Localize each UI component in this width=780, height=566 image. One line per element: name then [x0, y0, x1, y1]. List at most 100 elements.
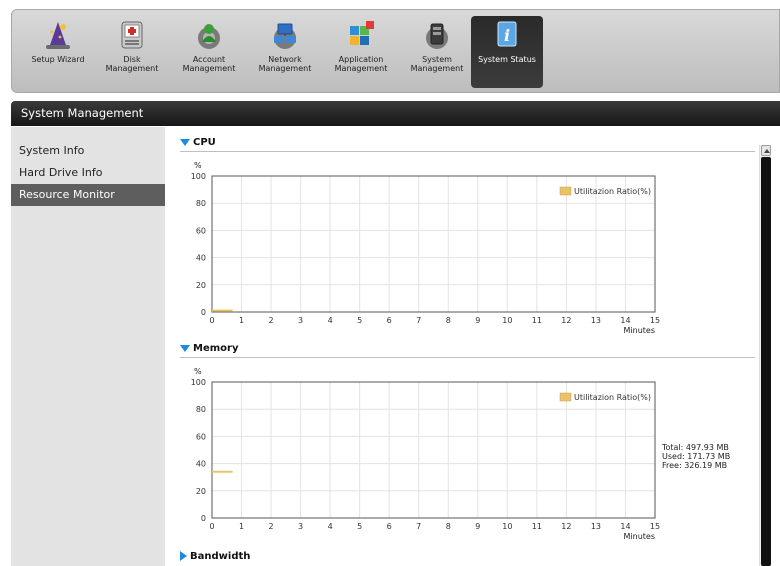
x-tick-label: 7 [416, 316, 421, 325]
x-tick-label: 1 [239, 522, 244, 531]
bandwidth-title: Bandwidth [190, 551, 251, 562]
x-tick-label: 0 [209, 522, 214, 531]
sidebar: System Info Hard Drive Info Resource Mon… [11, 127, 165, 566]
main-toolbar: Setup Wizard Disk Management Account Man… [11, 9, 780, 93]
x-tick-label: 9 [475, 316, 480, 325]
x-tick-label: 1 [239, 316, 244, 325]
y-tick-label: 80 [196, 199, 206, 208]
memory-section-header[interactable]: Memory [180, 342, 755, 358]
x-tick-label: 11 [532, 522, 542, 531]
x-tick-label: 3 [298, 316, 303, 325]
scrollbar[interactable] [759, 145, 771, 566]
system-icon [420, 18, 454, 52]
x-tick-label: 2 [269, 316, 274, 325]
legend-label: Utilitazion Ratio(%) [574, 393, 651, 402]
collapse-icon[interactable] [180, 138, 190, 146]
application-icon [344, 18, 378, 52]
x-tick-label: 15 [650, 316, 660, 325]
toolbar-label: Network Management [258, 55, 312, 73]
plot-frame [211, 175, 656, 313]
toolbar-setup-wizard[interactable]: Setup Wizard [22, 16, 94, 88]
y-tick-label: 60 [196, 432, 206, 441]
main-content: CPU % 0 20 40 60 80 100 0 1 2 3 4 5 6 7 8 9 10 11 12 13 14 15 M… [165, 127, 780, 566]
x-tick-label: 6 [387, 522, 392, 531]
bandwidth-section-header[interactable]: Bandwidth [180, 550, 755, 566]
toolbar-label: Application Management [334, 55, 388, 73]
x-unit-label: Minutes [624, 532, 656, 541]
toolbar-network-management[interactable]: Network Management [249, 16, 321, 88]
toolbar-disk-management[interactable]: Disk Management [96, 16, 168, 88]
sidebar-item-resource-monitor[interactable]: Resource Monitor [11, 184, 165, 206]
y-tick-label: 0 [201, 308, 206, 317]
top-bar: Setup Wizard Disk Management Account Man… [0, 0, 780, 102]
memory-free: Free: 326.19 MB [662, 461, 728, 470]
x-tick-label: 5 [357, 522, 362, 531]
toolbar-application-management[interactable]: Application Management [325, 16, 397, 88]
x-tick-label: 13 [591, 316, 601, 325]
cpu-title: CPU [193, 137, 216, 148]
x-tick-label: 14 [620, 522, 630, 531]
toolbar-system-management[interactable]: System Management [401, 16, 473, 88]
svg-text:i: i [504, 26, 510, 45]
x-tick-label: 12 [561, 522, 571, 531]
legend-label: Utilitazion Ratio(%) [574, 187, 651, 196]
legend-swatch [559, 186, 572, 196]
section-header: System Management [11, 101, 780, 126]
x-tick-label: 10 [502, 522, 512, 531]
y-tick-label: 20 [196, 487, 206, 496]
x-tick-label: 8 [446, 316, 451, 325]
x-tick-label: 4 [328, 316, 333, 325]
chart-svg: %0204060801000 1 2 3 4 5 6 7 8 9 10 11 12 13 14 15Minut… [191, 367, 660, 541]
memory-stats: Total: 497.93 MB Used: 171.73 MB Free: 3… [662, 443, 730, 470]
y-tick-label: 80 [196, 405, 206, 414]
x-tick-label: 12 [561, 316, 571, 325]
info-icon: i [490, 18, 524, 52]
scroll-thumb[interactable] [761, 157, 771, 566]
memory-used: Used: 171.73 MB [662, 452, 731, 461]
toolbar-label: Setup Wizard [31, 55, 85, 64]
y-tick-label: 40 [196, 254, 206, 263]
memory-chart: % 0 20 40 60 80 100 0 1 2 3 4 5 6 7 8 9 10 11 12 13 14 15 Minut… [165, 365, 665, 550]
x-tick-label: 3 [298, 522, 303, 531]
memory-title: Memory [193, 343, 239, 354]
collapse-icon[interactable] [180, 344, 190, 352]
x-tick-label: 15 [650, 522, 660, 531]
x-tick-label: 8 [446, 522, 451, 531]
disk-icon [115, 18, 149, 52]
x-tick-label: 7 [416, 522, 421, 531]
y-unit-label: % [194, 161, 202, 170]
wizard-icon [41, 18, 75, 52]
x-tick-label: 11 [532, 316, 542, 325]
x-unit-label: Minutes [624, 326, 656, 335]
cpu-section-header[interactable]: CPU [180, 136, 755, 152]
toolbar-label: Account Management [182, 55, 236, 73]
sidebar-item-hard-drive-info[interactable]: Hard Drive Info [11, 162, 165, 184]
toolbar-account-management[interactable]: Account Management [173, 16, 245, 88]
x-tick-label: 5 [357, 316, 362, 325]
legend-swatch [559, 392, 572, 402]
toolbar-system-status[interactable]: i System Status [471, 16, 543, 88]
x-tick-label: 13 [591, 522, 601, 531]
x-tick-label: 9 [475, 522, 480, 531]
y-tick-label: 20 [196, 281, 206, 290]
expand-icon[interactable] [180, 551, 187, 561]
y-unit-label: % [194, 367, 202, 376]
account-icon [192, 18, 226, 52]
y-tick-label: 0 [201, 514, 206, 523]
x-tick-label: 10 [502, 316, 512, 325]
plot-frame [211, 381, 656, 519]
y-tick-label: 40 [196, 460, 206, 469]
x-tick-label: 6 [387, 316, 392, 325]
memory-total: Total: 497.93 MB [662, 443, 729, 452]
y-tick-label: 60 [196, 226, 206, 235]
cpu-chart: % 0 20 40 60 80 100 0 1 2 3 4 5 6 7 8 9 10 11 12 13 14 15 Minut… [165, 159, 665, 344]
x-tick-label: 4 [328, 522, 333, 531]
y-tick-label: 100 [191, 378, 206, 387]
x-tick-label: 14 [620, 316, 630, 325]
toolbar-label: System Status [478, 55, 536, 64]
scroll-up-button[interactable] [761, 145, 771, 156]
y-tick-label: 100 [191, 172, 206, 181]
toolbar-label: Disk Management [105, 55, 159, 73]
network-icon [268, 18, 302, 52]
sidebar-item-system-info[interactable]: System Info [11, 140, 165, 162]
